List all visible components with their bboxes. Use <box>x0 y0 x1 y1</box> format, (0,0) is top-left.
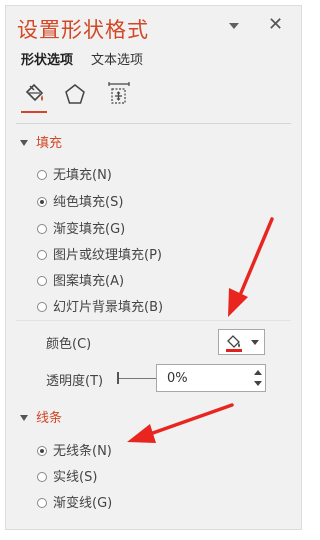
chevron-down-icon <box>251 340 259 345</box>
format-shape-pane: 设置形状格式 ✕ 形状选项 文本选项 填充 无填充(N) 纯色填充(S) 渐变填… <box>5 5 302 530</box>
radio-pattern-fill[interactable]: 图案填充(A) <box>37 270 124 289</box>
option-label: 无填充(N) <box>53 168 112 183</box>
radio-button[interactable] <box>37 301 47 312</box>
radio-button[interactable] <box>37 169 47 180</box>
spin-up-icon[interactable] <box>254 370 262 375</box>
option-label: 纯色填充(S) <box>53 195 124 210</box>
option-label: 无线条(N) <box>53 444 112 459</box>
transparency-slider-thumb[interactable] <box>117 372 119 384</box>
radio-slide-background-fill[interactable]: 幻灯片背景填充(B) <box>37 296 163 315</box>
size-properties-icon[interactable] <box>106 81 132 107</box>
spin-down-icon[interactable] <box>254 381 262 386</box>
transparency-spinner <box>156 364 266 392</box>
divider <box>16 123 291 124</box>
fill-color-icon <box>226 335 242 352</box>
line-section-label: 线条 <box>36 411 63 426</box>
radio-no-fill[interactable]: 无填充(N) <box>37 164 112 183</box>
tab-shape-options[interactable]: 形状选项 <box>21 49 73 68</box>
radio-button[interactable] <box>37 497 47 508</box>
radio-button[interactable] <box>37 445 47 456</box>
collapse-triangle-icon <box>20 139 28 146</box>
radio-no-line[interactable]: 无线条(N) <box>37 440 112 459</box>
radio-button[interactable] <box>37 249 47 260</box>
radio-solid-fill[interactable]: 纯色填充(S) <box>37 191 123 210</box>
pentagon-icon[interactable] <box>62 81 88 107</box>
radio-solid-line[interactable]: 实线(S) <box>37 466 97 485</box>
tab-text-options[interactable]: 文本选项 <box>91 49 143 68</box>
radio-gradient-fill[interactable]: 渐变填充(G) <box>37 218 125 237</box>
option-label: 渐变填充(G) <box>53 222 126 237</box>
fill-section-header[interactable]: 填充 <box>20 132 62 151</box>
color-label: 颜色(C) <box>46 337 92 352</box>
radio-picture-texture-fill[interactable]: 图片或纹理填充(P) <box>37 244 162 263</box>
option-label: 实线(S) <box>53 470 98 485</box>
radio-button[interactable] <box>37 275 47 286</box>
transparency-slider[interactable] <box>117 378 156 379</box>
radio-gradient-line[interactable]: 渐变线(G) <box>37 492 112 511</box>
collapse-triangle-icon <box>20 414 28 421</box>
option-label: 图案填充(A) <box>53 274 125 289</box>
pane-title: 设置形状格式 <box>17 18 149 42</box>
paint-bucket-icon[interactable] <box>21 81 47 113</box>
line-section-header[interactable]: 线条 <box>20 407 62 426</box>
radio-button[interactable] <box>37 196 47 207</box>
fill-color-picker-button[interactable] <box>218 329 265 355</box>
radio-button[interactable] <box>37 471 47 482</box>
separator <box>16 320 291 321</box>
option-label: 图片或纹理填充(P) <box>53 248 162 263</box>
close-icon[interactable]: ✕ <box>268 15 283 35</box>
fill-section-label: 填充 <box>36 136 63 151</box>
option-label: 幻灯片背景填充(B) <box>53 300 164 315</box>
radio-button[interactable] <box>37 223 47 234</box>
pane-options-dropdown-icon[interactable] <box>229 23 239 29</box>
transparency-label: 透明度(T) <box>46 374 104 389</box>
transparency-input[interactable] <box>157 365 245 391</box>
option-label: 渐变线(G) <box>53 496 113 511</box>
